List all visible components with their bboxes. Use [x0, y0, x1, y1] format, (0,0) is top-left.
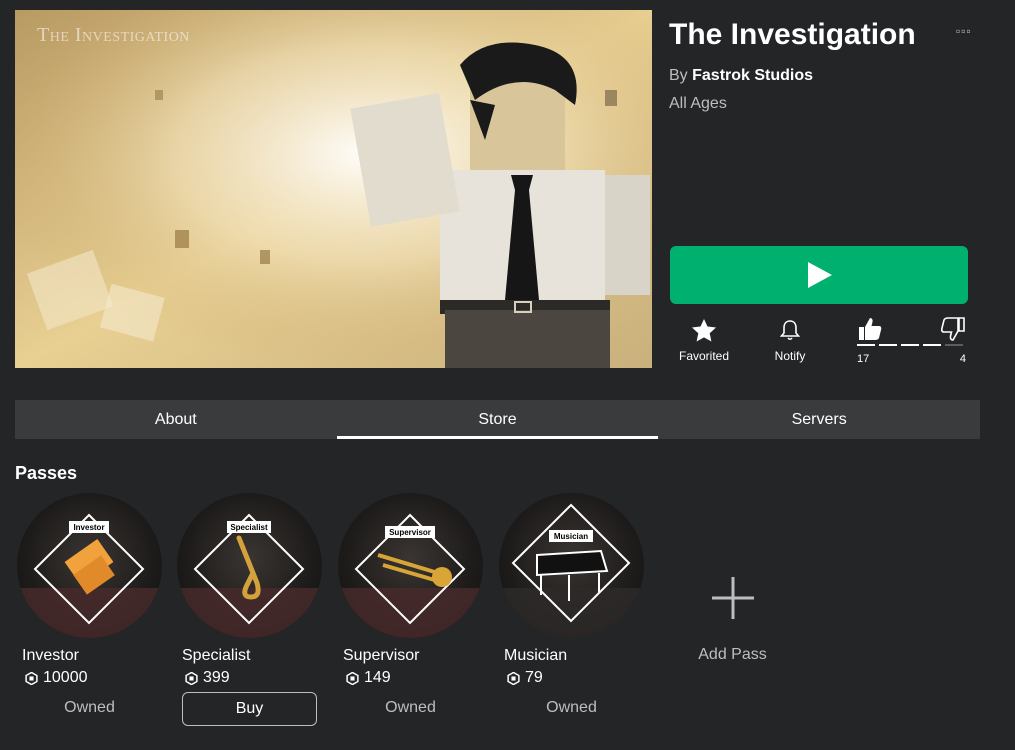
- notify-label: Notify: [774, 349, 806, 363]
- pass-price: 79: [507, 669, 543, 687]
- pass-card[interactable]: Musician Musician 79 Owned: [499, 493, 644, 716]
- creator-link[interactable]: Fastrok Studios: [692, 67, 813, 84]
- vote-ratio-bar: [857, 344, 963, 346]
- star-icon: [692, 319, 716, 342]
- pass-name: Supervisor: [343, 647, 420, 664]
- pass-badge: Investor: [73, 523, 104, 532]
- pass-image[interactable]: Specialist: [177, 493, 322, 638]
- vote-panel: 17 4: [855, 316, 968, 368]
- thumbnail-caption: The Investigation: [37, 24, 190, 46]
- play-button[interactable]: [670, 246, 968, 304]
- pass-image[interactable]: Supervisor: [338, 493, 483, 638]
- more-options-button[interactable]: ▫▫▫: [956, 24, 976, 38]
- more-icon: ▫▫▫: [956, 24, 972, 38]
- downvote-count: 4: [959, 353, 966, 365]
- thumbs-down-icon[interactable]: [940, 316, 966, 342]
- favorite-button[interactable]: Favorited: [670, 318, 738, 363]
- robux-icon: [25, 671, 38, 685]
- buy-button[interactable]: Buy: [182, 692, 317, 726]
- pass-card[interactable]: Specialist Specialist 399 Buy: [177, 493, 322, 726]
- tab-about[interactable]: About: [15, 400, 337, 439]
- upvote-count: 17: [857, 353, 870, 365]
- robux-icon: [185, 671, 198, 685]
- by-prefix: By: [669, 67, 688, 84]
- pass-image[interactable]: Investor: [17, 493, 162, 638]
- pass-price-value: 79: [525, 669, 543, 686]
- pass-badge: Musician: [554, 532, 588, 541]
- pass-name: Investor: [22, 647, 79, 664]
- bell-icon: [779, 320, 801, 341]
- pass-price: 10000: [25, 669, 88, 687]
- plus-icon: [711, 577, 754, 619]
- pass-name: Specialist: [182, 647, 251, 664]
- pass-price-value: 149: [364, 669, 391, 686]
- add-pass-button[interactable]: Add Pass: [660, 575, 805, 664]
- age-rating: All Ages: [669, 95, 727, 112]
- pass-price-value: 10000: [43, 669, 88, 686]
- pass-card[interactable]: Supervisor Supervisor 149 Owned: [338, 493, 483, 716]
- pass-card[interactable]: Investor Investor 10000 Owned: [17, 493, 162, 716]
- pass-owned-status: Owned: [64, 699, 115, 716]
- game-title: The Investigation: [669, 18, 916, 51]
- pass-badge: Supervisor: [389, 528, 431, 537]
- pass-image[interactable]: Musician: [499, 493, 644, 638]
- pass-price: 399: [185, 669, 230, 687]
- creator-byline: By Fastrok Studios: [669, 67, 813, 85]
- pass-price-value: 399: [203, 669, 230, 686]
- tab-store[interactable]: Store: [336, 400, 659, 439]
- game-tabs: About Store Servers: [15, 400, 980, 439]
- play-icon: [808, 262, 832, 288]
- passes-heading: Passes: [15, 463, 78, 483]
- pass-name: Musician: [504, 647, 568, 664]
- game-thumbnail: The Investigation: [15, 10, 652, 368]
- notify-button[interactable]: Notify: [760, 318, 820, 363]
- tab-servers[interactable]: Servers: [658, 400, 980, 439]
- pass-price: 149: [346, 669, 391, 687]
- pass-badge: Specialist: [230, 523, 268, 532]
- thumbs-up-icon[interactable]: [857, 316, 883, 342]
- add-pass-label: Add Pass: [698, 646, 767, 663]
- robux-icon: [507, 671, 520, 685]
- pass-owned-status: Owned: [385, 699, 436, 716]
- robux-icon: [346, 671, 359, 685]
- pass-owned-status: Owned: [546, 699, 597, 716]
- favorite-label: Favorited: [678, 349, 730, 363]
